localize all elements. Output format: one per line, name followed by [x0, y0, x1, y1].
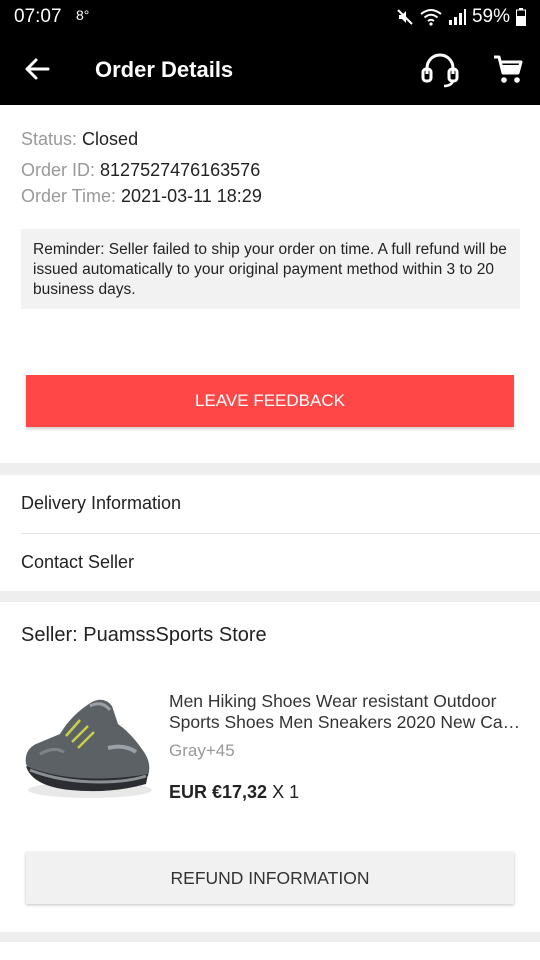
order-summary-card: Status: Closed Order ID: 812752747616357…	[0, 105, 540, 463]
status-label: Status:	[21, 129, 78, 149]
mute-icon	[397, 9, 413, 25]
status-value: Closed	[82, 129, 139, 149]
status-line: Status: Closed	[21, 129, 138, 150]
contact-seller-row[interactable]: Contact Seller	[0, 534, 540, 592]
product-price: EUR €17,32	[169, 782, 268, 802]
arrow-left-icon[interactable]	[22, 54, 52, 84]
signal-icon	[448, 9, 466, 25]
contact-seller-label: Contact Seller	[21, 552, 135, 572]
product-image[interactable]	[20, 694, 154, 804]
order-id-line: Order ID: 8127527476163576	[21, 160, 260, 181]
status-bar: 07:07 8° 59%	[0, 0, 540, 34]
app-bar: Order Details	[0, 34, 540, 105]
order-links-card: Delivery Information Contact Seller	[0, 475, 540, 591]
order-id-value: 8127527476163576	[100, 160, 261, 180]
product-title[interactable]: Men Hiking Shoes Wear resistant Outdoor …	[169, 691, 521, 733]
battery-percent: 59%	[471, 6, 510, 27]
order-time-line: Order Time: 2021-03-11 18:29	[21, 186, 262, 207]
price-line: EUR €17,32 X 1	[169, 782, 299, 803]
refund-reminder: Reminder: Seller failed to ship your ord…	[21, 229, 520, 309]
headset-icon[interactable]	[420, 50, 460, 88]
status-icons: 59%	[396, 6, 526, 28]
delivery-information-label: Delivery Information	[21, 493, 182, 513]
order-id-label: Order ID:	[21, 160, 96, 180]
product-variant: Gray+45	[169, 741, 235, 760]
cart-icon[interactable]	[492, 53, 524, 85]
order-time-value: 2021-03-11 18:29	[121, 186, 262, 206]
temperature: 8°	[76, 7, 90, 23]
product-title-line-2: Sports Shoes Men Sneakers 2020 New Casua…	[169, 712, 521, 732]
clock: 07:07	[14, 6, 62, 27]
product-quantity: X 1	[272, 782, 300, 802]
battery-icon	[516, 8, 526, 26]
order-time-label: Order Time:	[21, 186, 117, 206]
next-section-card	[0, 942, 540, 960]
product-title-line-1: Men Hiking Shoes Wear resistant Outdoor	[169, 691, 497, 711]
page-title: Order Details	[95, 57, 234, 82]
leave-feedback-button[interactable]: LEAVE FEEDBACK	[26, 375, 514, 427]
wifi-icon	[420, 9, 442, 26]
delivery-information-row[interactable]: Delivery Information	[0, 475, 540, 534]
product-card: Seller: PuamssSports Store Men Hiking Sh…	[0, 602, 540, 932]
refund-information-button[interactable]: REFUND INFORMATION	[26, 852, 514, 904]
seller-name[interactable]: Seller: PuamssSports Store	[21, 624, 267, 647]
